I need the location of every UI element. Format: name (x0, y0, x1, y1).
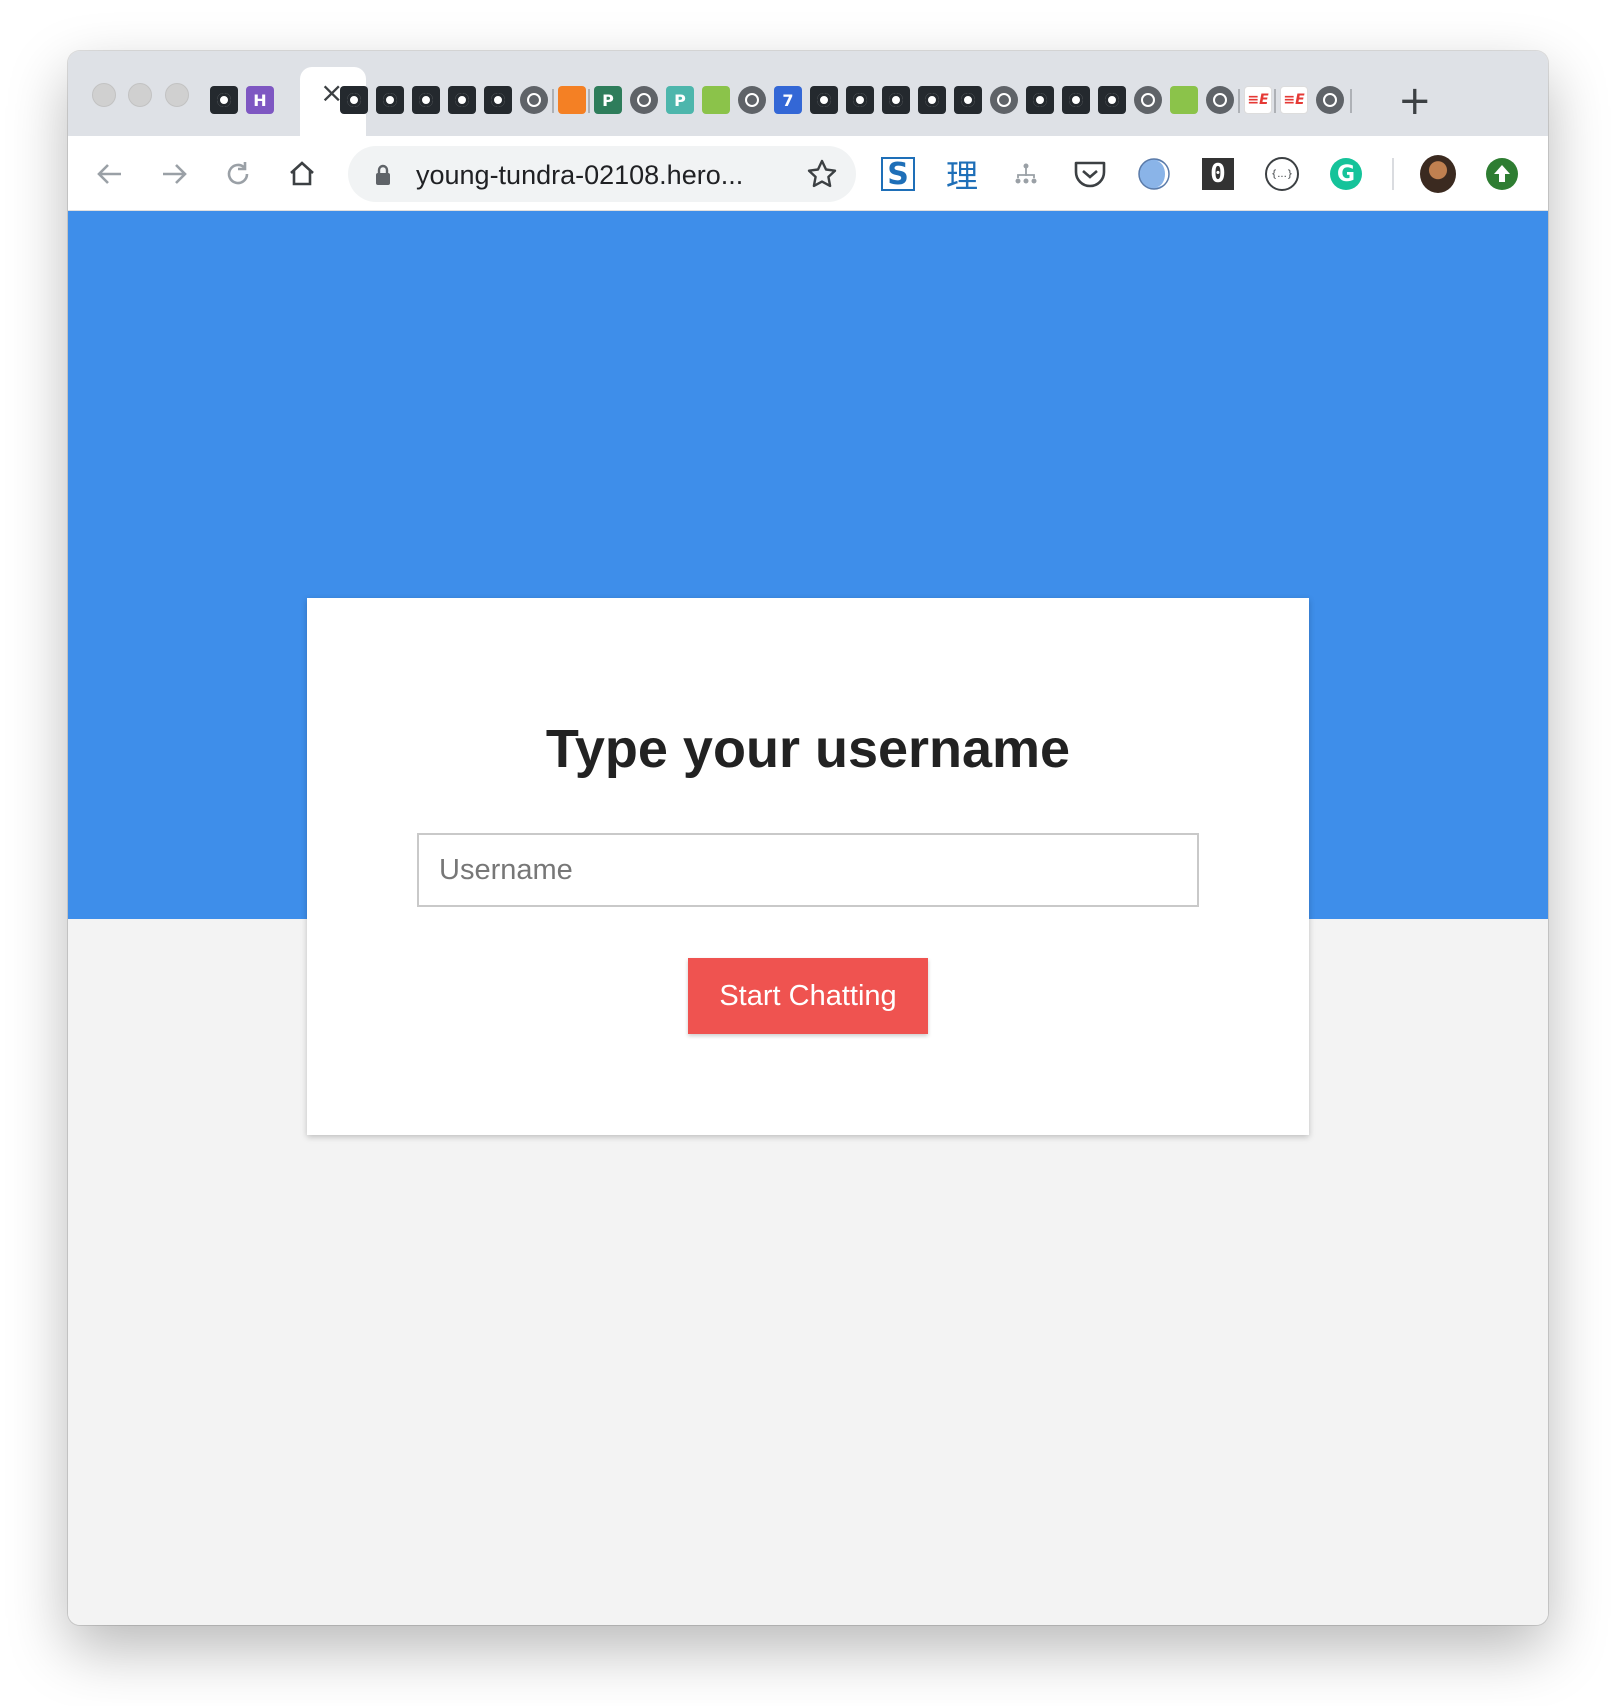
github-icon[interactable] (882, 86, 910, 114)
github-icon[interactable] (448, 86, 476, 114)
globe-icon[interactable] (738, 86, 766, 114)
e-icon[interactable]: ≡E (1244, 86, 1272, 114)
lock-icon (374, 164, 392, 191)
p-icon[interactable]: P (666, 86, 694, 114)
globe-icon[interactable] (1134, 86, 1162, 114)
globe-icon[interactable] (630, 86, 658, 114)
heroku-icon[interactable]: H (246, 86, 274, 114)
globe-icon[interactable] (1316, 86, 1344, 114)
tab-separator (1350, 89, 1352, 113)
tab-strip: H × P P 7 ≡E ≡E + (68, 51, 1548, 136)
back-arrow-icon[interactable] (90, 154, 130, 194)
zero-extension-icon[interactable]: 0 (1200, 156, 1236, 192)
minimize-window-button[interactable] (128, 83, 152, 107)
reload-icon[interactable] (218, 154, 258, 194)
profile-avatar[interactable] (1420, 155, 1456, 193)
bookmark-star-icon[interactable] (806, 158, 838, 195)
stackoverflow-icon[interactable] (558, 86, 586, 114)
github-icon[interactable] (1026, 86, 1054, 114)
pocket-icon[interactable] (1072, 156, 1108, 192)
browser-window: H × P P 7 ≡E ≡E + young-tundra-02108.her… (68, 51, 1548, 1625)
github-icon[interactable] (376, 86, 404, 114)
username-card: Type your username Start Chatting (307, 598, 1309, 1135)
github-icon[interactable] (340, 86, 368, 114)
globe-icon[interactable] (1206, 86, 1234, 114)
close-window-button[interactable] (92, 83, 116, 107)
globe-icon[interactable] (520, 86, 548, 114)
sitemap-icon[interactable] (1008, 156, 1044, 192)
github-icon[interactable] (210, 86, 238, 114)
dictionary-extension-icon[interactable]: 理 (944, 156, 980, 195)
tab-separator (588, 89, 590, 113)
github-icon[interactable] (810, 86, 838, 114)
page-title: Type your username (545, 719, 1071, 779)
grammarly-icon[interactable]: G (1328, 156, 1364, 192)
leaf-icon[interactable] (1170, 86, 1198, 114)
toolbar-divider (1392, 158, 1394, 190)
calendar-icon[interactable]: 7 (774, 86, 802, 114)
github-icon[interactable] (484, 86, 512, 114)
tab-separator (552, 89, 554, 113)
forward-arrow-icon[interactable] (154, 154, 194, 194)
tab-separator (1274, 89, 1276, 113)
home-icon[interactable] (282, 154, 322, 194)
page-content: Type your username Start Chatting (68, 211, 1548, 1625)
p-icon[interactable]: P (594, 86, 622, 114)
leaf-icon[interactable] (702, 86, 730, 114)
github-icon[interactable] (1062, 86, 1090, 114)
url-text[interactable]: young-tundra-02108.hero... (416, 160, 743, 191)
github-icon[interactable] (1098, 86, 1126, 114)
dark-reader-icon[interactable] (1136, 156, 1172, 192)
github-icon[interactable] (412, 86, 440, 114)
github-icon[interactable] (918, 86, 946, 114)
address-bar[interactable]: young-tundra-02108.hero... (348, 146, 856, 202)
github-icon[interactable] (846, 86, 874, 114)
update-arrow-icon[interactable] (1484, 156, 1520, 192)
e-icon[interactable]: ≡E (1280, 86, 1308, 114)
new-tab-button[interactable]: + (1398, 81, 1432, 121)
github-icon[interactable] (954, 86, 982, 114)
globe-icon[interactable] (990, 86, 1018, 114)
username-input[interactable] (417, 833, 1199, 907)
start-chatting-button[interactable]: Start Chatting (688, 958, 928, 1034)
tab-separator (1238, 89, 1240, 113)
s-extension-icon[interactable]: S (880, 156, 916, 192)
browser-toolbar: young-tundra-02108.hero... S 理 0 {...} G (68, 136, 1548, 211)
zoom-window-button[interactable] (165, 83, 189, 107)
json-viewer-icon[interactable]: {...} (1264, 156, 1300, 192)
